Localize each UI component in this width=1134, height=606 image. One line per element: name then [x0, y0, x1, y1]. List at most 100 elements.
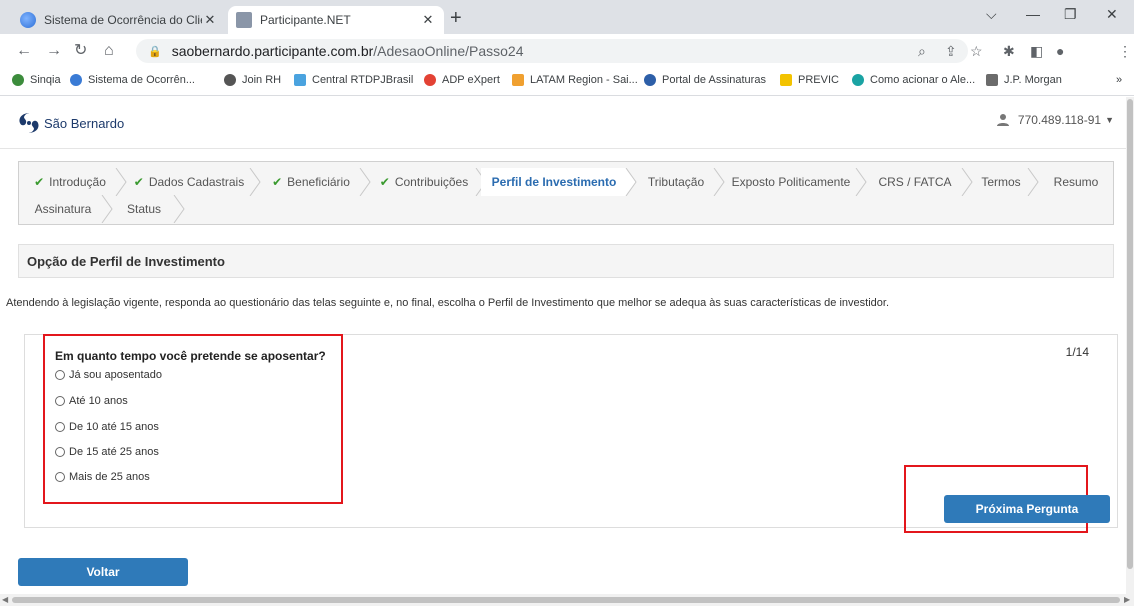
como-acionar-icon	[852, 74, 864, 86]
wizard-steps: ✔ Introdução ✔ Dados Cadastrais ✔ Beneficiá…	[18, 161, 1114, 225]
step-separator-chevron-icon	[625, 168, 637, 196]
step-termos[interactable]: Termos	[973, 168, 1039, 196]
step-separator-chevron-icon	[961, 168, 973, 196]
step-separator-chevron-icon	[115, 168, 127, 196]
more-bookmarks-icon[interactable]: »	[1116, 74, 1122, 86]
step-separator-chevron-icon	[713, 168, 725, 196]
scroll-thumb[interactable]	[1127, 99, 1133, 569]
close-tab-icon[interactable]: ✕	[202, 12, 218, 28]
intro-text: Atendendo à legislação vigente, responda…	[6, 297, 889, 309]
step-perfil-investimento[interactable]: Perfil de Investimento	[481, 168, 637, 196]
portal-icon	[644, 74, 656, 86]
step-contribuicoes[interactable]: ✔ Contribuições	[371, 168, 487, 196]
tab-title: Sistema de Ocorrência do Cliente	[44, 13, 202, 27]
check-icon: ✔	[34, 175, 45, 189]
reload-icon[interactable]: ↻	[74, 41, 87, 61]
step-tributacao[interactable]: Tributação	[637, 168, 725, 196]
step-status[interactable]: Status	[113, 195, 185, 223]
browser-tab-participante[interactable]: Participante.NET ✕	[228, 6, 444, 34]
scroll-thumb[interactable]	[12, 597, 1120, 603]
check-icon: ✔	[272, 175, 283, 189]
participante-favicon-icon	[236, 12, 252, 28]
bookmark-portal-assinaturas[interactable]: Portal de Assinaturas	[644, 74, 766, 86]
bookmark-como-acionar[interactable]: Como acionar o Ale...	[852, 74, 975, 86]
bookmark-star-icon[interactable]: ☆	[970, 43, 983, 59]
tab-search-chevron-down-icon[interactable]: ⌵	[986, 6, 997, 23]
bookmark-jp-morgan[interactable]: J.P. Morgan	[986, 74, 1062, 86]
user-icon	[996, 114, 1009, 126]
option-ja-aposentado[interactable]: Já sou aposentado	[55, 369, 162, 381]
side-panel-icon[interactable]: ◧	[1030, 43, 1043, 59]
radio-button[interactable]	[55, 447, 65, 457]
minimize-window-icon[interactable]: —	[1026, 6, 1040, 22]
restore-window-icon[interactable]: ❐	[1064, 6, 1077, 23]
check-icon: ✔	[133, 175, 144, 189]
rtdpj-icon	[294, 74, 306, 86]
radio-button[interactable]	[55, 472, 65, 482]
step-resumo[interactable]: Resumo	[1043, 168, 1109, 196]
extensions-puzzle-icon[interactable]: ✱	[1003, 43, 1015, 59]
bookmark-sinqia[interactable]: Sinqia	[12, 74, 61, 86]
forward-arrow-icon[interactable]: →	[46, 41, 62, 61]
bookmark-ocorrencia[interactable]: Sistema de Ocorrên...	[70, 74, 195, 86]
profile-avatar-icon[interactable]: ●	[1056, 43, 1064, 59]
step-exposto-politicamente[interactable]: Exposto Politicamente	[725, 168, 867, 196]
browser-tab-bar: Sistema de Ocorrência do Cliente ✕ Parti…	[0, 0, 1134, 34]
share-icon[interactable]: ⇪	[945, 43, 957, 59]
option-ate-10-anos[interactable]: Até 10 anos	[55, 395, 128, 407]
bookmarks-bar: Sinqia Sistema de Ocorrên... Join RH Cen…	[0, 68, 1134, 96]
url-host: saobernardo.participante.com.br	[171, 43, 374, 59]
browser-toolbar: ← → ↻ ⌂ 🔒 saobernardo.participante.com.b…	[0, 34, 1134, 68]
next-question-button[interactable]: Próxima Pergunta	[944, 495, 1110, 523]
check-icon: ✔	[379, 175, 390, 189]
option-15-ate-25-anos[interactable]: De 15 até 25 anos	[55, 446, 159, 458]
previc-icon	[780, 74, 792, 86]
bookmark-previc[interactable]: PREVIC	[780, 74, 839, 86]
step-separator-chevron-icon	[101, 195, 113, 223]
step-beneficiario[interactable]: ✔ Beneficiário	[261, 168, 371, 196]
vertical-scrollbar[interactable]	[1126, 97, 1134, 594]
home-icon[interactable]: ⌂	[104, 41, 114, 61]
scroll-right-icon[interactable]: ▶	[1124, 594, 1130, 606]
bookmark-join-rh[interactable]: Join RH	[224, 74, 281, 86]
ocorrencia-favicon-icon	[20, 12, 36, 28]
close-window-icon[interactable]: ✕	[1106, 6, 1118, 23]
step-crs-fatca[interactable]: CRS / FATCA	[867, 168, 973, 196]
back-button[interactable]: Voltar	[18, 558, 188, 586]
radio-button[interactable]	[55, 396, 65, 406]
browser-menu-icon[interactable]: ⋮	[1118, 43, 1132, 59]
option-10-ate-15-anos[interactable]: De 10 até 15 anos	[55, 421, 159, 433]
address-bar[interactable]: 🔒 saobernardo.participante.com.br/Adesao…	[136, 39, 968, 63]
new-tab-icon[interactable]: +	[450, 8, 462, 28]
step-separator-chevron-icon	[249, 168, 261, 196]
radio-button[interactable]	[55, 422, 65, 432]
step-dados-cadastrais[interactable]: ✔ Dados Cadastrais	[127, 168, 261, 196]
question-title: Em quanto tempo você pretende se aposent…	[55, 349, 326, 363]
lock-icon: 🔒	[148, 45, 162, 58]
user-menu[interactable]: 770.489.118-91 ▼	[996, 113, 1114, 127]
ocorrencia-icon	[70, 74, 82, 86]
step-separator-chevron-icon	[173, 195, 185, 223]
radio-button[interactable]	[55, 370, 65, 380]
browser-tab-ocorrencia[interactable]: Sistema de Ocorrência do Cliente ✕	[12, 6, 226, 34]
option-mais-25-anos[interactable]: Mais de 25 anos	[55, 471, 150, 483]
question-counter: 1/14	[1065, 345, 1089, 359]
sinqia-icon	[12, 74, 24, 86]
horizontal-scrollbar[interactable]: ◀ ▶	[0, 594, 1134, 606]
step-separator-chevron-icon	[1027, 168, 1039, 196]
logo-text: São Bernardo	[44, 115, 125, 131]
back-arrow-icon[interactable]: ←	[16, 41, 32, 61]
step-introducao[interactable]: ✔ Introdução	[23, 168, 127, 196]
caret-down-icon: ▼	[1105, 115, 1114, 125]
scroll-left-icon[interactable]: ◀	[2, 594, 8, 606]
jp-morgan-icon	[986, 74, 998, 86]
site-logo[interactable]: São Bernardo	[16, 111, 124, 135]
step-separator-chevron-icon	[359, 168, 371, 196]
bookmark-latam-region[interactable]: LATAM Region - Sai...	[512, 74, 638, 86]
bookmark-central-rtdpj[interactable]: Central RTDPJBrasil	[294, 74, 413, 86]
site-header: São Bernardo 770.489.118-91 ▼	[0, 97, 1126, 149]
bookmark-adp-expert[interactable]: ADP eXpert	[424, 74, 500, 86]
step-assinatura[interactable]: Assinatura	[23, 195, 113, 223]
zoom-icon[interactable]: ⌕	[918, 43, 926, 59]
close-tab-icon[interactable]: ✕	[420, 12, 436, 28]
